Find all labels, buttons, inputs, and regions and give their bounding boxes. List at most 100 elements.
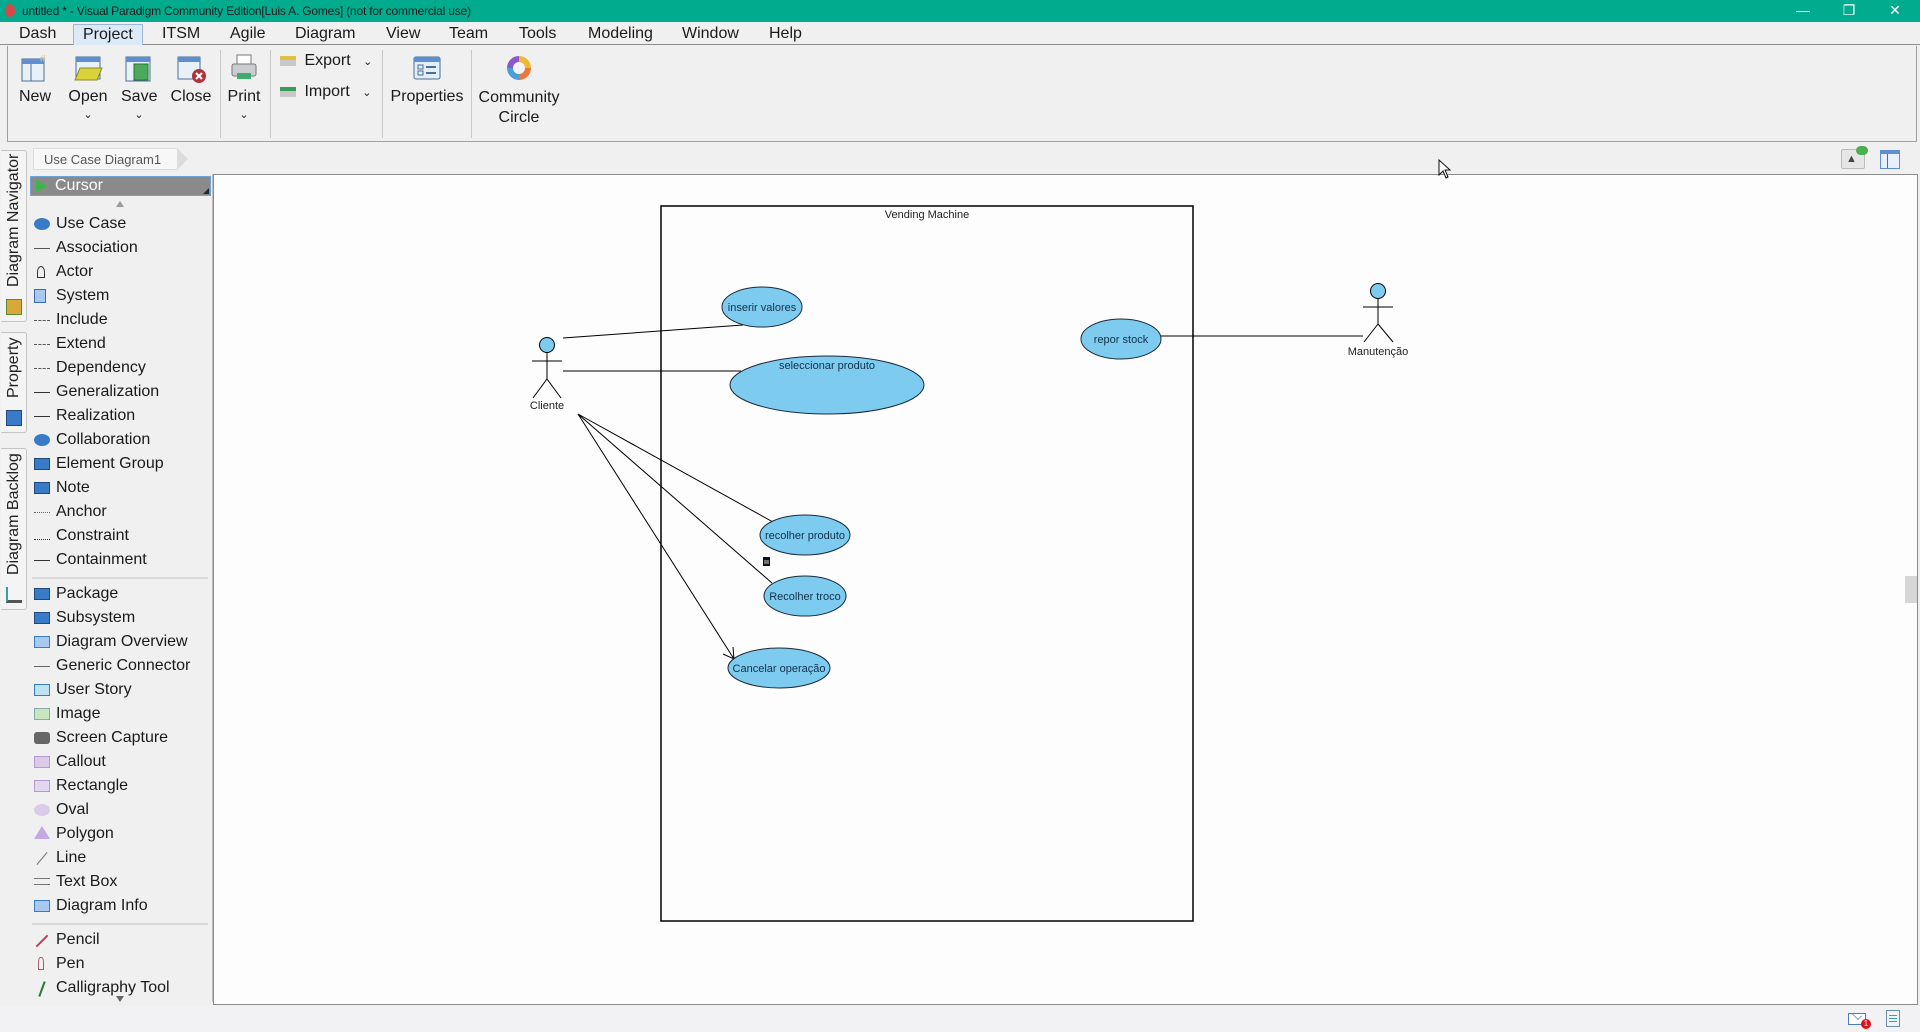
palette-cursor-tool[interactable]: Cursor (30, 176, 211, 196)
minimize-button[interactable]: — (1780, 0, 1826, 22)
canvas-resize-handle[interactable] (1905, 576, 1917, 603)
palette-item-diagram-overview[interactable]: Diagram Overview (28, 631, 211, 653)
menu-agile[interactable]: Agile (221, 24, 275, 45)
palette-item-diagram-info[interactable]: Diagram Info (28, 895, 211, 917)
palette-item-label: Calligraphy Tool (56, 979, 170, 996)
ribbon-separator (382, 50, 383, 138)
palette-scroll-down-icon[interactable] (116, 996, 124, 1002)
svg-text:seleccionar produto: seleccionar produto (779, 360, 875, 372)
export-icon (280, 55, 296, 66)
community-circle-button[interactable]: Community Circle (478, 52, 560, 128)
use-case-recolher-produto[interactable]: recolher produto (759, 514, 851, 556)
tab-diagram-backlog[interactable]: Diagram Backlog (1, 448, 27, 610)
save-icon (125, 56, 151, 82)
palette-item-callout[interactable]: Callout (28, 751, 211, 773)
association-cliente-recolher-troco[interactable] (577, 413, 773, 584)
palette-item-use-case[interactable]: Use Case (28, 213, 211, 235)
save-dropdown-icon[interactable]: ⌄ (121, 108, 157, 121)
palette-item-oval[interactable]: Oval (28, 799, 211, 821)
palette-item-text-box[interactable]: Text Box (28, 871, 211, 893)
export-button[interactable]: Export ⌄ (280, 52, 372, 70)
use-case-repor-stock[interactable]: repor stock (1080, 318, 1162, 360)
breadcrumb[interactable]: Use Case Diagram1 (33, 148, 189, 170)
tab-property[interactable]: Property (1, 332, 27, 433)
palette-item-containment[interactable]: Containment (28, 549, 211, 571)
close-window-button[interactable]: ✕ (1872, 0, 1918, 22)
diagram-navigator-icon (6, 299, 22, 315)
palette-item-label: Realization (56, 407, 136, 424)
document-edit-button[interactable] (1886, 1010, 1900, 1027)
palette-item-line[interactable]: Line (28, 847, 211, 869)
actor-cliente[interactable]: Cliente (530, 337, 564, 413)
palette-item-image[interactable]: Image (28, 703, 211, 725)
restore-button[interactable]: ❐ (1826, 0, 1872, 22)
palette-scroll-up-icon[interactable] (116, 201, 124, 207)
print-button[interactable]: Print ⌄ (226, 52, 262, 121)
palette-item-realization[interactable]: Realization (28, 405, 211, 427)
use-case-seleccionar-produto[interactable]: seleccionar produto (729, 355, 925, 415)
palette-item-package[interactable]: Package (28, 583, 211, 605)
realization-icon (34, 416, 50, 417)
use-case-cancelar-operacao[interactable]: Cancelar operação (727, 647, 831, 689)
open-dropdown-icon[interactable]: ⌄ (68, 108, 108, 121)
palette-item-pen[interactable]: Pen (28, 953, 211, 975)
palette-item-user-story[interactable]: User Story (28, 679, 211, 701)
close-project-icon (177, 56, 206, 83)
palette-separator (32, 577, 208, 579)
rectangle-icon (34, 780, 50, 792)
palette-item-polygon[interactable]: Polygon (28, 823, 211, 845)
close-button[interactable]: Close (170, 52, 212, 106)
layout-toggle-button[interactable] (1880, 150, 1900, 169)
new-button[interactable]: # New (17, 52, 53, 106)
palette-item-collaboration[interactable]: Collaboration (28, 429, 211, 451)
messages-button[interactable]: 1 (1848, 1010, 1871, 1029)
menu-window[interactable]: Window (673, 24, 748, 45)
palette-item-rectangle[interactable]: Rectangle (28, 775, 211, 797)
menu-project[interactable]: Project (73, 24, 143, 45)
import-button[interactable]: Import ⌄ (280, 83, 371, 101)
palette-item-subsystem[interactable]: Subsystem (28, 607, 211, 629)
diagram-canvas[interactable]: Vending Machine inserir valores seleccio… (213, 174, 1918, 1005)
palette-item-association[interactable]: Association (28, 237, 211, 259)
association-cliente-recolher-produto[interactable] (577, 413, 774, 523)
menu-tools[interactable]: Tools (510, 24, 565, 45)
menu-help[interactable]: Help (760, 24, 811, 45)
open-button[interactable]: Open ⌄ (68, 52, 108, 121)
menu-dash[interactable]: Dash (10, 24, 65, 45)
association-cliente-inserir-valores[interactable] (562, 324, 744, 339)
svg-text:Cliente: Cliente (530, 400, 564, 412)
menu-view[interactable]: View (377, 24, 429, 45)
palette-item-generic-connector[interactable]: Generic Connector (28, 655, 211, 677)
palette-item-screen-capture[interactable]: Screen Capture (28, 727, 211, 749)
menu-itsm[interactable]: ITSM (153, 24, 209, 45)
palette-item-include[interactable]: Include (28, 309, 211, 331)
image-icon (34, 708, 50, 720)
palette-item-element-group[interactable]: Element Group (28, 453, 211, 475)
palette-item-actor[interactable]: Actor (28, 261, 211, 283)
ribbon-toolbar: # New Open ⌄ Save ⌄ Close Print ⌄ Export… (7, 46, 1917, 142)
announcement-button[interactable]: ▲ (1841, 146, 1868, 169)
palette-item-generalization[interactable]: Generalization (28, 381, 211, 403)
palette-item-note[interactable]: Note (28, 477, 211, 499)
actor-manutencao[interactable]: Manutenção (1348, 283, 1409, 359)
palette-item-dependency[interactable]: Dependency (28, 357, 211, 379)
palette-item-anchor[interactable]: Anchor (28, 501, 211, 523)
properties-button[interactable]: Properties (389, 52, 465, 106)
palette-item-label: Collaboration (56, 431, 151, 448)
use-case-recolher-troco[interactable]: Recolher troco (763, 575, 847, 617)
palette-item-pencil[interactable]: Pencil (28, 929, 211, 951)
palette-item-constraint[interactable]: Constraint (28, 525, 211, 547)
association-cliente-cancelar-operacao[interactable] (577, 413, 735, 660)
save-button[interactable]: Save ⌄ (121, 52, 157, 121)
constraint-icon (34, 539, 50, 540)
menu-modeling[interactable]: Modeling (579, 24, 662, 45)
tab-diagram-navigator[interactable]: Diagram Navigator (1, 150, 27, 322)
palette-item-system[interactable]: System (28, 285, 211, 307)
menu-diagram[interactable]: Diagram (286, 24, 364, 45)
print-dropdown-icon[interactable]: ⌄ (226, 108, 262, 121)
containment-icon (34, 560, 50, 561)
text-box-icon (34, 878, 50, 885)
menu-team[interactable]: Team (440, 24, 497, 45)
palette-item-extend[interactable]: Extend (28, 333, 211, 355)
use-case-inserir-valores[interactable]: inserir valores (721, 286, 803, 328)
